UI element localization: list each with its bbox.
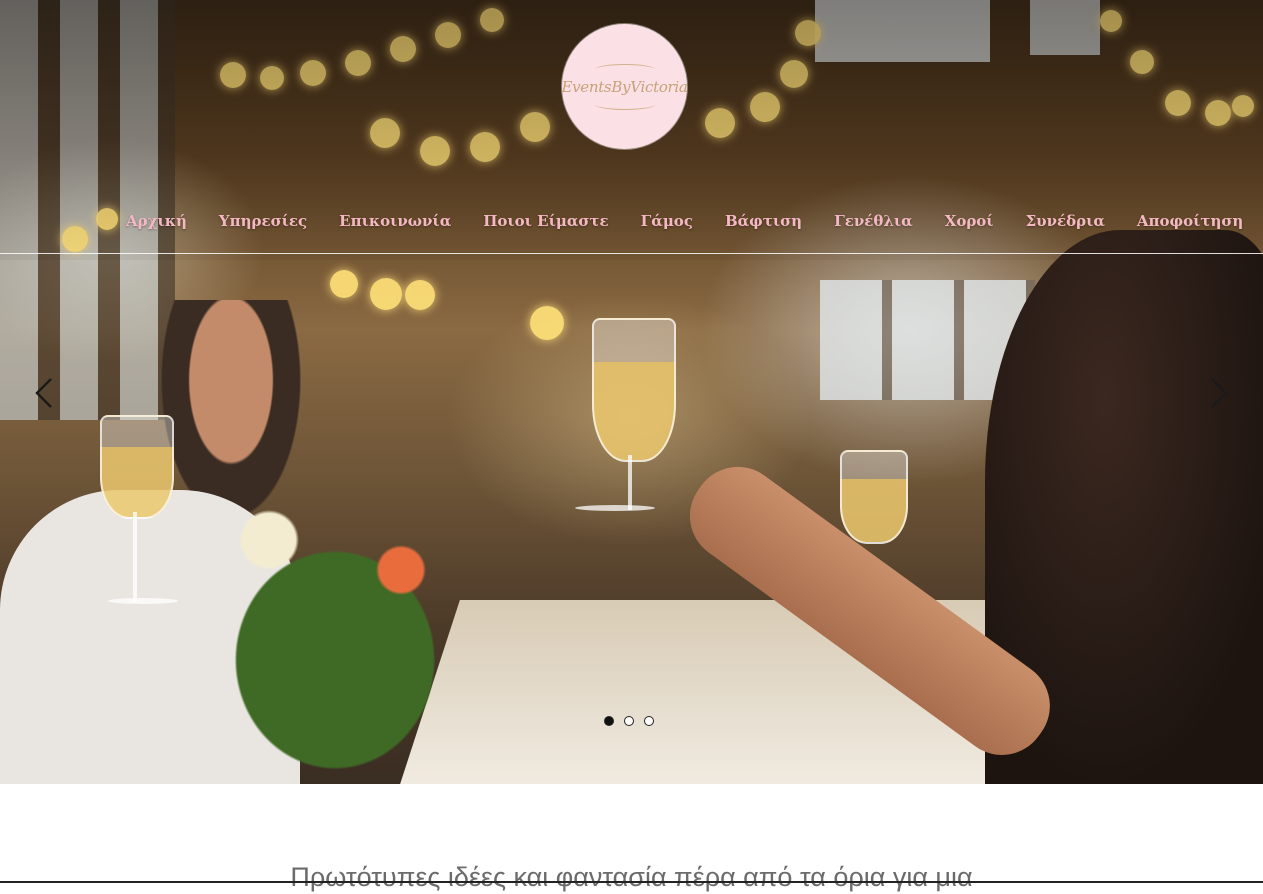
logo-text: EventsByVictoria xyxy=(561,77,688,96)
photo-glass-base xyxy=(108,598,178,604)
photo-glass xyxy=(100,415,174,519)
logo-ornament xyxy=(594,98,655,110)
nav-items: Αρχική Υπηρεσίες Επικοινωνία Ποιοι Είμασ… xyxy=(126,212,1263,230)
slider-dot-2[interactable] xyxy=(624,716,634,726)
nav-item-graduation[interactable]: Αποφοίτηση xyxy=(1137,212,1243,230)
main-navigation: Αρχική Υπηρεσίες Επικοινωνία Ποιοι Είμασ… xyxy=(0,200,1263,254)
logo-ornament xyxy=(594,63,655,75)
nav-item-baptism[interactable]: Βάφτιση xyxy=(725,212,802,230)
string-light xyxy=(405,280,435,310)
intro-heading: Πρωτότυπες ιδέες και φαντασία πέρα από τ… xyxy=(290,862,973,892)
photo-glass xyxy=(840,450,908,544)
chevron-left-icon xyxy=(35,378,52,408)
slider-dot-3[interactable] xyxy=(644,716,654,726)
photo-glass-base xyxy=(575,505,655,511)
photo-glass-stem xyxy=(133,512,137,602)
nav-item-birthday[interactable]: Γενέθλια xyxy=(834,212,913,230)
photo-glass xyxy=(592,318,676,462)
nav-item-dances[interactable]: Χοροί xyxy=(945,212,994,230)
photo-glass-stem xyxy=(628,455,632,510)
string-light xyxy=(530,306,564,340)
nav-item-services[interactable]: Υπηρεσίες xyxy=(219,212,307,230)
nav-item-about[interactable]: Ποιοι Είμαστε xyxy=(483,212,608,230)
slider-pagination xyxy=(604,716,654,726)
string-light xyxy=(330,270,358,298)
nav-item-home[interactable]: Αρχική xyxy=(126,212,187,230)
slider-next-button[interactable] xyxy=(1203,376,1233,410)
string-light xyxy=(370,278,402,310)
chevron-right-icon xyxy=(1211,378,1228,408)
nav-item-contact[interactable]: Επικοινωνία xyxy=(339,212,451,230)
nav-item-wedding[interactable]: Γάμος xyxy=(641,212,693,230)
slider-dot-1[interactable] xyxy=(604,716,614,726)
photo-flowers xyxy=(170,480,500,780)
slider-prev-button[interactable] xyxy=(30,376,60,410)
site-logo[interactable]: EventsByVictoria xyxy=(561,24,688,149)
nav-item-conferences[interactable]: Συνέδρια xyxy=(1026,212,1105,230)
